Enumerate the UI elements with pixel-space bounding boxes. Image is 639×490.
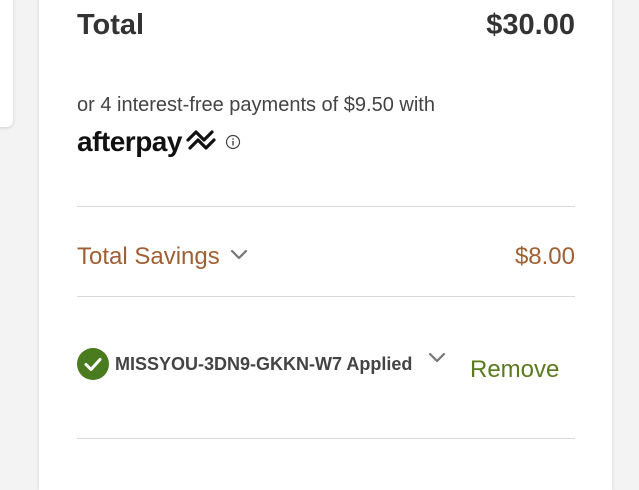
total-savings-amount: $8.00 xyxy=(514,243,575,270)
total-savings-row: Total Savings $8.00 xyxy=(77,238,575,276)
promo-code-row: MISSYOU-3DN9-GKKN-W7 Applied xyxy=(77,348,446,380)
adjacent-panel xyxy=(0,0,13,127)
afterpay-logo-row: afterpay xyxy=(77,126,241,158)
total-savings-toggle[interactable]: Total Savings xyxy=(77,243,248,271)
total-label: Total xyxy=(77,8,145,41)
remove-promo-button[interactable]: Remove xyxy=(470,356,559,384)
divider xyxy=(77,296,575,297)
total-savings-label: Total Savings xyxy=(77,243,220,270)
afterpay-logo: afterpay xyxy=(77,126,182,157)
afterpay-installments-text: or 4 interest-free payments of $9.50 wit… xyxy=(77,94,435,116)
chevron-down-icon xyxy=(230,248,248,266)
chevron-down-icon[interactable] xyxy=(428,351,446,369)
check-circle-icon xyxy=(77,348,109,380)
divider xyxy=(77,438,575,439)
promo-code-text: MISSYOU-3DN9-GKKN-W7 Applied xyxy=(115,353,413,374)
afterpay-arrows-icon xyxy=(184,127,218,158)
total-amount: $30.00 xyxy=(486,8,575,41)
divider xyxy=(77,206,575,207)
total-row: Total $30.00 xyxy=(77,6,575,44)
info-icon[interactable] xyxy=(225,134,241,155)
